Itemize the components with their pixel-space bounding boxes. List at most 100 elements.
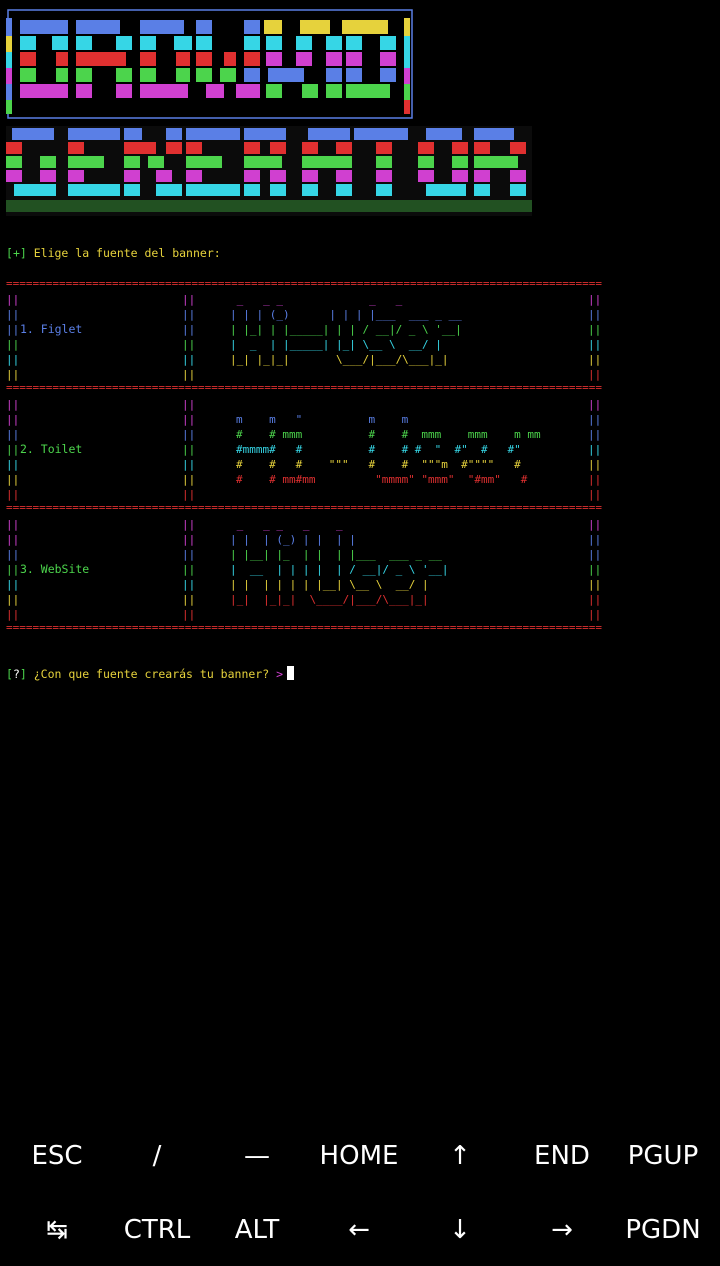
row-divider: || bbox=[182, 398, 196, 411]
row-divider: || bbox=[182, 608, 196, 621]
row-border-right: || bbox=[588, 533, 602, 546]
key-slash[interactable]: / bbox=[106, 1120, 208, 1192]
row-divider: || bbox=[182, 428, 196, 441]
row-divider: || bbox=[182, 308, 196, 321]
separator: ========================================… bbox=[6, 622, 602, 634]
prompt-bracket-close: ] bbox=[19, 246, 27, 260]
row-divider: || bbox=[182, 563, 196, 576]
row-border-left: || bbox=[6, 293, 20, 306]
row-border-left: || bbox=[6, 443, 20, 456]
row-divider: || bbox=[182, 533, 196, 546]
toilet-art-line: #mmmm# # # # # " #" # #" bbox=[236, 443, 521, 456]
separator: ========================================… bbox=[6, 278, 602, 290]
row-border-left: || bbox=[6, 578, 20, 591]
option-label-website[interactable]: 3. WebSite bbox=[20, 562, 89, 577]
row-border-left: || bbox=[6, 458, 20, 471]
row-divider: || bbox=[182, 413, 196, 426]
row-divider: || bbox=[182, 353, 196, 366]
row-divider: || bbox=[182, 578, 196, 591]
key-arrow-up[interactable]: ↑ bbox=[409, 1120, 511, 1192]
row-border-left: || bbox=[6, 593, 20, 606]
key-arrow-right[interactable]: → bbox=[511, 1194, 613, 1266]
row-border-left: || bbox=[6, 488, 20, 501]
toilet-art-line: # # # """ # # """m #"""" # bbox=[236, 458, 521, 471]
question-bracket-open: [ bbox=[6, 667, 13, 681]
question-text: ¿Con que fuente crearás tu banner? bbox=[26, 667, 277, 681]
row-border-right: || bbox=[588, 548, 602, 561]
row-border-left: || bbox=[6, 338, 20, 351]
text-cursor[interactable] bbox=[287, 666, 294, 680]
row-border-left: || bbox=[6, 563, 20, 576]
website-art-line: | | | | | | |__| \__ \ __/ | bbox=[230, 578, 429, 591]
figlet-art-line: | | | (_) | | | |___ ___ _ __ bbox=[230, 308, 462, 321]
key-end[interactable]: END bbox=[511, 1120, 613, 1192]
row-border-right: || bbox=[588, 593, 602, 606]
row-divider: || bbox=[182, 518, 196, 531]
key-arrow-left[interactable]: ← bbox=[308, 1194, 410, 1266]
row-border-right: || bbox=[588, 608, 602, 621]
row-border-right: || bbox=[588, 518, 602, 531]
row-border-right: || bbox=[588, 458, 602, 471]
website-art-line: |_| |_|_| \____/|___/\___|_| bbox=[230, 593, 429, 606]
row-border-right: || bbox=[588, 428, 602, 441]
row-border-right: || bbox=[588, 443, 602, 456]
row-divider: || bbox=[182, 458, 196, 471]
question-mark: ? bbox=[12, 667, 20, 681]
separator: ========================================… bbox=[6, 502, 602, 514]
row-divider: || bbox=[182, 473, 196, 486]
website-art-line: | |__| |_ | | | |___ ___ _ __ bbox=[230, 548, 442, 561]
row-border-right: || bbox=[588, 578, 602, 591]
row-border-right: || bbox=[588, 323, 602, 336]
row-border-left: || bbox=[6, 308, 20, 321]
ascii-banner-bottom bbox=[6, 126, 532, 216]
row-divider: || bbox=[182, 443, 196, 456]
website-art-line: | __ | | | | | / __|/ _ \ '__| bbox=[230, 563, 449, 576]
key-pgdn[interactable]: PGDN bbox=[612, 1194, 714, 1266]
option-row-toilet[interactable]: || || || || || || || 2. Toilet || || || … bbox=[6, 397, 602, 502]
question-prompt[interactable]: [?] ¿Con que fuente crearás tu banner? > bbox=[6, 666, 294, 682]
prompt-plus: + bbox=[12, 246, 20, 260]
row-border-left: || bbox=[6, 608, 20, 621]
figlet-art-line: | _ | |_____| |_| \__ \ __/ | bbox=[230, 338, 442, 351]
option-label-figlet[interactable]: 1. Figlet bbox=[20, 322, 82, 337]
ascii-banner-top bbox=[6, 9, 413, 119]
row-divider: || bbox=[182, 338, 196, 351]
row-border-right: || bbox=[588, 338, 602, 351]
question-bracket-close: ] bbox=[19, 667, 27, 681]
row-divider: || bbox=[182, 323, 196, 336]
figlet-art-line: | |_| | |_____| | | / __|/ _ \ '__| bbox=[230, 323, 462, 336]
row-border-left: || bbox=[6, 368, 20, 381]
row-border-right: || bbox=[588, 413, 602, 426]
row-border-right: || bbox=[588, 353, 602, 366]
row-border-left: || bbox=[6, 353, 20, 366]
row-border-right: || bbox=[588, 563, 602, 576]
key-tab[interactable]: ↹ bbox=[6, 1194, 108, 1266]
figlet-art-line: _ _ _ _ _ bbox=[230, 293, 403, 306]
key-esc[interactable]: ESC bbox=[6, 1120, 108, 1192]
row-border-left: || bbox=[6, 428, 20, 441]
key-home[interactable]: HOME bbox=[308, 1120, 410, 1192]
prompt-text: Elige la fuente del banner: bbox=[26, 246, 221, 260]
row-border-right: || bbox=[588, 308, 602, 321]
toilet-art-line: # # mmm # # mmm mmm m mm bbox=[236, 428, 541, 441]
row-border-left: || bbox=[6, 398, 20, 411]
key-arrow-down[interactable]: ↓ bbox=[409, 1194, 511, 1266]
key-pgup[interactable]: PGUP bbox=[612, 1120, 714, 1192]
row-border-left: || bbox=[6, 323, 20, 336]
row-border-left: || bbox=[6, 413, 20, 426]
website-art-line: _ _ _ _ _ bbox=[230, 518, 343, 531]
row-border-right: || bbox=[588, 398, 602, 411]
terminal-screen[interactable]: [+] Elige la fuente del banner: ========… bbox=[0, 0, 720, 1120]
row-divider: || bbox=[182, 488, 196, 501]
option-row-figlet[interactable]: || || || || || || 1. Figlet || || || || … bbox=[6, 292, 602, 382]
row-border-right: || bbox=[588, 293, 602, 306]
choose-font-prompt: [+] Elige la fuente del banner: bbox=[6, 246, 221, 261]
option-row-website[interactable]: || || || || || || || 3. WebSite || || ||… bbox=[6, 517, 602, 622]
option-label-toilet[interactable]: 2. Toilet bbox=[20, 442, 82, 457]
separator: ========================================… bbox=[6, 382, 602, 394]
figlet-art-line: |_| |_|_| \___/|___/\___|_| bbox=[230, 353, 449, 366]
website-art-line: | | | (_) | | | | bbox=[230, 533, 356, 546]
key-alt[interactable]: ALT bbox=[206, 1194, 308, 1266]
key-dash[interactable]: — bbox=[206, 1120, 308, 1192]
key-ctrl[interactable]: CTRL bbox=[106, 1194, 208, 1266]
